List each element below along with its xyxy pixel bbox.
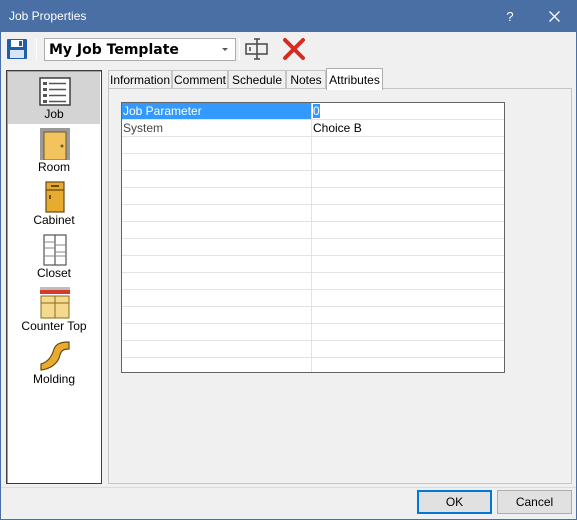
- properties-button[interactable]: [244, 37, 270, 61]
- sidebar-item-molding[interactable]: Molding: [8, 337, 100, 389]
- sidebar-item-label: Job: [44, 107, 64, 121]
- attributes-grid[interactable]: Job Parameter 0 System Choice B: [121, 102, 505, 373]
- sidebar-item-closet[interactable]: Closet: [8, 231, 100, 283]
- grid-row-empty[interactable]: [122, 205, 504, 222]
- grid-row-empty[interactable]: [122, 137, 504, 154]
- grid-cell-empty[interactable]: [122, 273, 312, 289]
- grid-cell-empty[interactable]: [122, 324, 312, 340]
- cabinet-icon: [45, 181, 65, 213]
- grid-cell-empty[interactable]: [312, 171, 504, 187]
- tab-information[interactable]: Information: [108, 70, 172, 89]
- grid-cell-empty[interactable]: [312, 154, 504, 170]
- toolbar-separator: [239, 38, 240, 60]
- close-icon: [548, 11, 560, 22]
- ok-button[interactable]: OK: [417, 490, 492, 514]
- delete-button[interactable]: [282, 37, 306, 61]
- grid-cell-empty[interactable]: [122, 290, 312, 306]
- sidebar-item-label: Molding: [32, 372, 76, 386]
- help-button[interactable]: ?: [488, 1, 532, 32]
- sidebar-item-label: Closet: [36, 266, 71, 280]
- job-template-value: My Job Template: [49, 42, 179, 58]
- grid-cell-empty[interactable]: [312, 307, 504, 323]
- grid-row-empty[interactable]: [122, 307, 504, 324]
- counter-top-icon: [40, 287, 70, 319]
- red-x-delete-icon: [283, 38, 305, 60]
- grid-cell-empty[interactable]: [312, 324, 504, 340]
- grid-cell-name[interactable]: System: [122, 120, 312, 136]
- sidebar-item-label: Counter Top: [21, 319, 87, 333]
- grid-row-empty[interactable]: [122, 324, 504, 341]
- grid-cell-empty[interactable]: [312, 358, 504, 372]
- grid-cell-empty[interactable]: [122, 358, 312, 372]
- job-template-dropdown[interactable]: My Job Template: [44, 38, 236, 61]
- grid-cell-empty[interactable]: [312, 290, 504, 306]
- grid-cell-empty[interactable]: [122, 239, 312, 255]
- grid-cell-empty[interactable]: [122, 341, 312, 357]
- grid-row-system[interactable]: System Choice B: [122, 120, 504, 137]
- grid-row-job-parameter[interactable]: Job Parameter 0: [122, 103, 504, 120]
- grid-cell-empty[interactable]: [312, 137, 504, 153]
- sidebar-item-room[interactable]: Room: [8, 125, 100, 177]
- grid-cell-empty[interactable]: [122, 205, 312, 221]
- tab-attributes[interactable]: Attributes: [326, 68, 383, 90]
- toolbar-separator: [36, 38, 37, 60]
- sidebar-item-label: Cabinet: [33, 213, 75, 227]
- floppy-disk-icon: [7, 39, 27, 59]
- toolbar: My Job Template: [1, 32, 576, 65]
- grid-cell-empty[interactable]: [122, 188, 312, 204]
- grid-cell-value[interactable]: 0: [313, 104, 320, 118]
- sidebar-item-counter-top[interactable]: Counter Top: [8, 284, 100, 336]
- grid-cell-value-editor[interactable]: 0: [312, 103, 504, 119]
- category-sidebar: Job Room Cabinet Closet Counter Top Mold…: [6, 70, 102, 484]
- job-properties-dialog: Job Properties ? My Job Template Job Roo…: [0, 0, 577, 520]
- grid-cell-empty[interactable]: [312, 273, 504, 289]
- properties-icon: [245, 38, 268, 60]
- grid-row-empty[interactable]: [122, 273, 504, 290]
- grid-cell-empty[interactable]: [312, 188, 504, 204]
- grid-cell-empty[interactable]: [312, 341, 504, 357]
- grid-row-empty[interactable]: [122, 358, 504, 372]
- sidebar-item-job[interactable]: Job: [8, 72, 100, 124]
- save-button[interactable]: [5, 37, 29, 61]
- tab-schedule[interactable]: Schedule: [228, 70, 286, 89]
- tab-comment[interactable]: Comment: [172, 70, 228, 89]
- sidebar-item-cabinet[interactable]: Cabinet: [8, 178, 100, 230]
- grid-row-empty[interactable]: [122, 222, 504, 239]
- room-door-icon: [40, 128, 70, 160]
- grid-row-empty[interactable]: [122, 256, 504, 273]
- grid-cell-empty[interactable]: [122, 307, 312, 323]
- close-button[interactable]: [532, 1, 576, 32]
- chevron-down-icon[interactable]: [218, 42, 232, 57]
- grid-cell-empty[interactable]: [122, 171, 312, 187]
- grid-cell-name[interactable]: Job Parameter: [122, 103, 312, 119]
- grid-row-empty[interactable]: [122, 171, 504, 188]
- grid-row-empty[interactable]: [122, 239, 504, 256]
- grid-cell-empty[interactable]: [122, 222, 312, 238]
- grid-row-empty[interactable]: [122, 154, 504, 171]
- cancel-button[interactable]: Cancel: [497, 490, 572, 514]
- tab-notes[interactable]: Notes: [286, 70, 326, 89]
- title-bar: Job Properties ?: [1, 1, 576, 32]
- grid-row-empty[interactable]: [122, 341, 504, 358]
- grid-cell-empty[interactable]: [122, 154, 312, 170]
- window-title: Job Properties: [9, 9, 87, 23]
- grid-row-empty[interactable]: [122, 290, 504, 307]
- grid-cell-empty[interactable]: [312, 222, 504, 238]
- grid-cell-empty[interactable]: [312, 239, 504, 255]
- sidebar-item-label: Room: [37, 160, 70, 174]
- help-icon: ?: [506, 9, 514, 24]
- closet-icon: [43, 234, 67, 266]
- grid-cell-empty[interactable]: [122, 256, 312, 272]
- footer-separator: [1, 487, 576, 488]
- grid-cell-empty[interactable]: [312, 205, 504, 221]
- grid-row-empty[interactable]: [122, 188, 504, 205]
- attributes-tab-page: Job Parameter 0 System Choice B: [108, 88, 572, 484]
- grid-cell-empty[interactable]: [312, 256, 504, 272]
- grid-cell-empty[interactable]: [122, 137, 312, 153]
- job-clipboard-icon: [39, 77, 71, 106]
- molding-icon: [40, 341, 70, 371]
- grid-cell-value[interactable]: Choice B: [312, 120, 504, 136]
